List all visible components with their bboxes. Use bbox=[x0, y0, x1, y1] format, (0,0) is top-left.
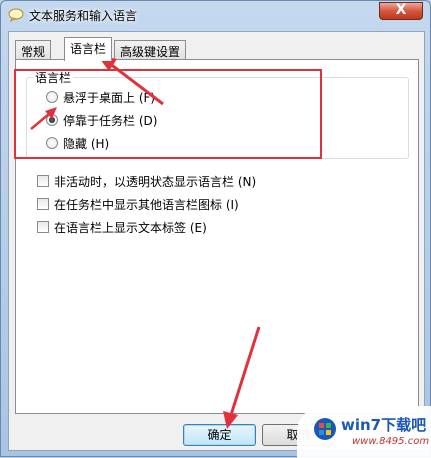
annotation-arrow-icon bbox=[97, 55, 164, 106]
annotation-arrows bbox=[30, 55, 261, 429]
annotation-arrow-icon bbox=[30, 107, 57, 130]
watermark: win7下载吧 www.8495.com bbox=[297, 406, 431, 458]
windows-logo-icon bbox=[314, 418, 336, 440]
tab-label: 语言栏 bbox=[70, 42, 107, 56]
watermark-url: www.8495.com bbox=[352, 436, 430, 447]
annotation-arrow-icon bbox=[223, 326, 261, 429]
tab-language-bar[interactable]: 语言栏 bbox=[64, 37, 113, 61]
dialog-window: 文本服务和输入语言 X 常规 语言栏 高级键设置 语言栏 悬浮于桌面上 (F) bbox=[0, 0, 431, 458]
watermark-brand: win7下载吧 bbox=[341, 416, 427, 434]
